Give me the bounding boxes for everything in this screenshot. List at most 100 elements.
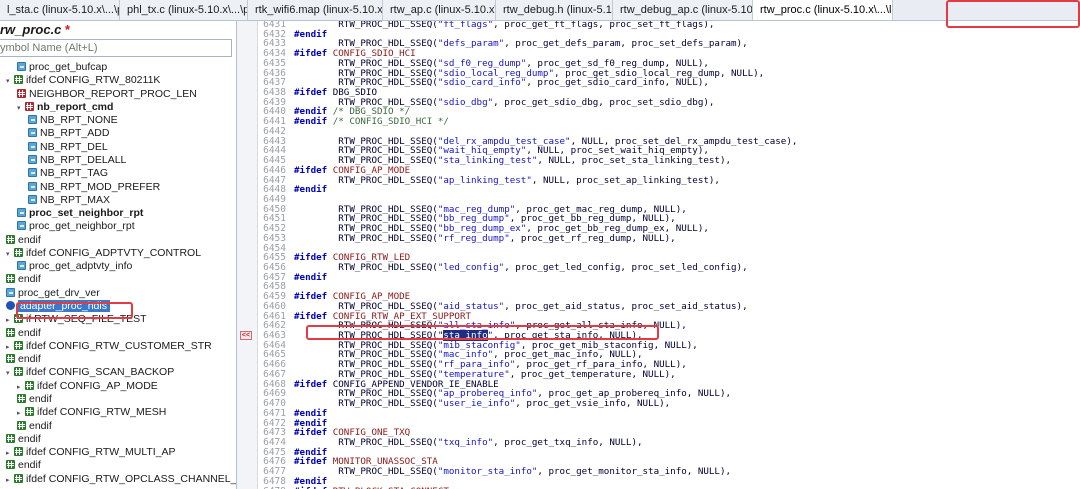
symbol-search-input[interactable]: [0, 39, 232, 57]
symbol-tree-item-label: endif: [18, 326, 41, 339]
collapse-icon[interactable]: ▾: [17, 102, 24, 115]
symbol-tree-item-label: ifdef CONFIG_SCAN_BACKOP: [26, 366, 175, 379]
symbol-tree-item[interactable]: endif: [6, 353, 41, 366]
function-icon: [17, 221, 26, 231]
symbol-tree-item[interactable]: NB_RPT_TAG: [28, 167, 108, 180]
symbol-tree-item-label: endif: [18, 233, 41, 246]
symbol-tree-item[interactable]: NB_RPT_MOD_PREFER: [28, 181, 160, 194]
symbol-tree-item[interactable]: ▸ if RTW_SEQ_FILE_TEST: [6, 313, 147, 326]
preprocessor-icon: [6, 234, 15, 244]
editor-tab[interactable]: rtk_wifi6.map (linux-5.10.x\...\g6_wifi_…: [248, 0, 383, 20]
enum-icon: [28, 181, 37, 191]
symbol-tree-item[interactable]: endif: [6, 327, 41, 340]
code-token: #endif: [294, 116, 333, 128]
symbol-tree-item[interactable]: ▾ ifdef CONFIG_ADPTVTY_CONTROL: [6, 247, 201, 260]
collapse-icon[interactable]: ▾: [6, 75, 13, 88]
symbol-tree-item[interactable]: NB_RPT_DEL: [28, 141, 108, 154]
code-line[interactable]: RTW_PROC_HDL_SSEQ("ap_linking_test", NUL…: [294, 174, 720, 186]
editor-tab[interactable]: rtw_ap.c (linux-5.10.x\...\core): [383, 0, 496, 20]
symbol-tree-item[interactable]: NB_RPT_ADD: [28, 127, 109, 140]
code-token: , proc_get_sdio_card_info, NULL),: [526, 77, 709, 89]
preprocessor-icon: [14, 447, 23, 457]
symbol-tree-item[interactable]: NEIGHBOR_REPORT_PROC_LEN: [17, 88, 197, 101]
symbol-tree-item[interactable]: NB_RPT_DELALL: [28, 154, 126, 167]
symbol-tree-item[interactable]: ▸ ifdef CONFIG_RTW_MULTI_AP: [6, 446, 176, 459]
code-line[interactable]: #endif: [294, 271, 328, 283]
code-line[interactable]: #endif: [294, 185, 327, 195]
symbol-tree-item-label: nb_report_cmd: [37, 100, 114, 113]
symbol-tree-item[interactable]: ▸ ifdef CONFIG_AP_MODE: [17, 380, 158, 393]
symbol-tree-item[interactable]: endif: [6, 459, 41, 472]
symbol-tree-item[interactable]: proc_get_drv_ver: [6, 287, 100, 300]
symbol-tree-item[interactable]: ▾ ifdef CONFIG_SCAN_BACKOP: [6, 366, 174, 379]
editor-tab[interactable]: rtw_proc.c (linux-5.10.x\...\linux: [753, 0, 893, 20]
code-line[interactable]: RTW_PROC_HDL_SSEQ("user_ie_info", proc_g…: [294, 399, 670, 409]
code-line[interactable]: #endif /* CONFIG_SDIO_HCI */: [294, 117, 449, 127]
symbol-tree-item[interactable]: endif: [6, 273, 41, 286]
symbol-tree-item[interactable]: ▾ nb_report_cmd: [17, 101, 113, 114]
code-editor[interactable]: 6431 RTW_PROC_HDL_SSEQ("ft_flags", proc_…: [258, 21, 1080, 489]
code-token: "sdio_card_info": [437, 77, 527, 89]
enum-icon: [28, 194, 37, 204]
code-line[interactable]: RTW_PROC_HDL_SSEQ("rf_reg_dump", proc_ge…: [294, 233, 675, 244]
code-line[interactable]: RTW_PROC_HDL_SSEQ("led_config", proc_get…: [294, 262, 748, 273]
symbol-tree-item[interactable]: endif: [6, 234, 41, 247]
symbol-tree-item[interactable]: NB_RPT_MAX: [28, 194, 110, 207]
symbol-tree-item-label: endif: [18, 353, 41, 366]
symbol-tree-item[interactable]: proc_get_adptvty_info: [17, 260, 132, 273]
code-line[interactable]: RTW_PROC_HDL_SSEQ("txq_info", proc_get_t…: [294, 438, 642, 448]
code-token: , proc_get_defs_param, proc_set_defs_par…: [504, 38, 748, 50]
preprocessor-icon: [14, 367, 23, 377]
code-token: , proc_get_monitor_sta_info, NULL),: [537, 466, 732, 478]
symbol-tree-item-label: ifdef CONFIG_RTW_80211K: [26, 74, 161, 87]
editor-tab[interactable]: phl_tx.c (linux-5.10.x\...\phl): [120, 0, 248, 20]
sidebar-splitter[interactable]: [237, 21, 258, 489]
symbol-tree-item[interactable]: endif: [17, 420, 52, 433]
symbol-tree-item[interactable]: proc_set_neighbor_rpt: [17, 207, 143, 220]
function-icon: [17, 261, 26, 271]
preprocessor-icon: [17, 394, 26, 403]
symbol-tree-item[interactable]: endif: [17, 393, 52, 406]
editor-tab-bar: l_sta.c (linux-5.10.x\...\phl)phl_tx.c (…: [0, 0, 1080, 21]
bookmark-marker-icon[interactable]: <<: [240, 331, 252, 340]
symbol-tree-item[interactable]: endif: [6, 433, 41, 446]
code-token: , proc_get_vsie_info, NULL),: [515, 398, 671, 410]
code-token: RTW_BLOCK_STA_CONNECT: [333, 486, 449, 489]
symbol-tree-item-label: NB_RPT_MAX: [40, 193, 111, 206]
symbol-tree-item-label: ifdef CONFIG_ADPTVTY_CONTROL: [26, 246, 202, 259]
symbol-tree-item-label: ifdef CONFIG_AP_MODE: [37, 379, 158, 392]
function-icon: [17, 208, 26, 218]
preprocessor-icon: [6, 327, 15, 337]
preprocessor-icon: [6, 354, 15, 364]
collapse-icon[interactable]: ▾: [6, 367, 13, 380]
symbol-tree-item[interactable]: adapter_proc_hdls: [6, 300, 110, 313]
symbol-tree-item-label: endif: [18, 432, 41, 445]
symbol-tree-item-label: if RTW_SEQ_FILE_TEST: [26, 313, 147, 326]
symbol-tree-item[interactable]: ▸ ifdef CONFIG_RTW_OPCLASS_CHANNEL_SCAN: [6, 473, 236, 487]
symbol-tree-item[interactable]: ▾ ifdef CONFIG_RTW_80211K: [6, 74, 160, 87]
symbol-tree-item[interactable]: ▸ ifdef CONFIG_RTW_MESH: [17, 406, 166, 419]
code-token: , proc_get_led_config, proc_set_led_conf…: [504, 262, 748, 273]
function-icon: [17, 62, 26, 71]
code-token: "ft_flags": [437, 21, 494, 30]
editor-tab[interactable]: rtw_debug_ap.c (linux-5.10.x\...\core): [613, 0, 753, 20]
symbol-tree-item[interactable]: ▸ ifdef CONFIG_RTW_CUSTOMER_STR: [6, 340, 212, 353]
code-token: "user_ie_info": [437, 398, 516, 410]
expand-icon[interactable]: ▸: [6, 474, 13, 487]
editor-tab[interactable]: l_sta.c (linux-5.10.x\...\phl): [0, 0, 120, 20]
code-token: #endif: [294, 271, 328, 283]
symbol-tree-item[interactable]: proc_get_bufcap: [17, 61, 107, 74]
enum-icon: [28, 141, 37, 151]
modified-marker: *: [65, 22, 71, 37]
code-token: , proc_get_sdio_dbg, proc_set_sdio_dbg),: [493, 96, 715, 108]
symbol-tree-item[interactable]: NB_RPT_NONE: [28, 114, 118, 127]
collapse-icon[interactable]: ▾: [6, 248, 13, 261]
define-icon: [17, 88, 26, 98]
code-line[interactable]: RTW_PROC_HDL_SSEQ("ft_flags", proc_get_f…: [294, 21, 714, 30]
symbol-sidebar: rw_proc.c * proc_get_bufcap ▾ ifdef CONFIG…: [0, 21, 237, 489]
variable-icon: [6, 301, 15, 311]
code-token: "ap_linking_test": [437, 174, 532, 186]
symbol-tree-item[interactable]: proc_get_neighbor_rpt: [17, 220, 135, 233]
code-line[interactable]: RTW_PROC_HDL_SSEQ("monitor_sta_info", pr…: [294, 467, 731, 477]
editor-tab[interactable]: rtw_debug.h (linux-5.10.x\...\include): [496, 0, 613, 20]
